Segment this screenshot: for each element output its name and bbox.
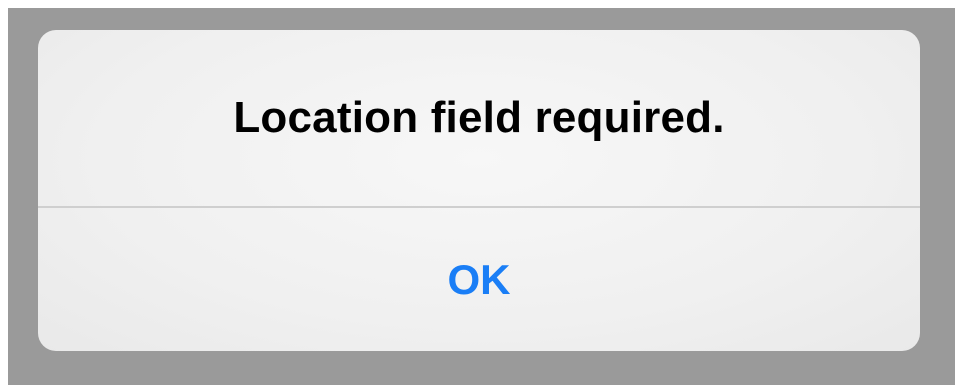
alert-message: Location field required. [233,93,725,142]
alert-dialog: Location field required. OK [38,30,920,351]
ok-button[interactable]: OK [38,208,920,351]
